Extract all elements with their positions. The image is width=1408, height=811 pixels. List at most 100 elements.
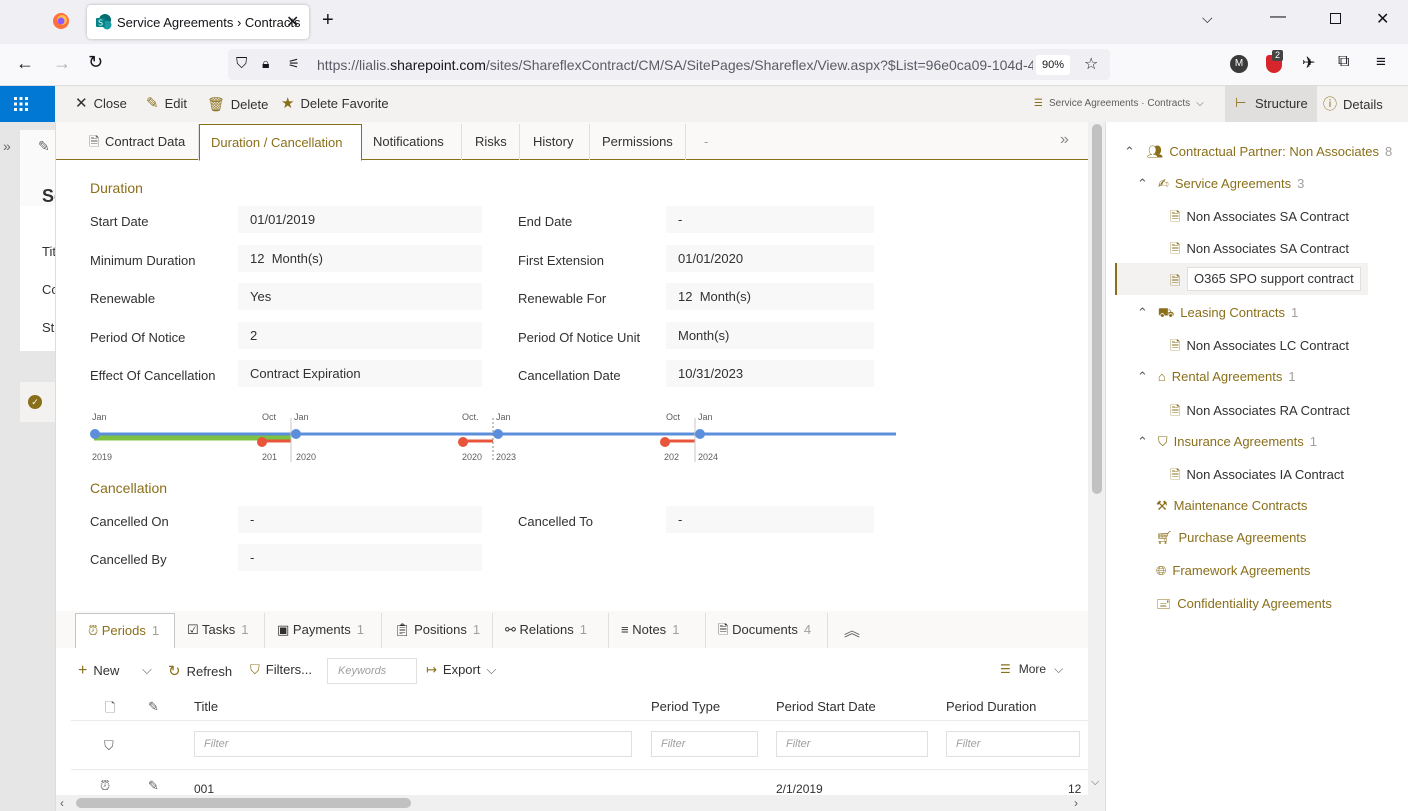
tree-service-agreements[interactable]: ⌃ ✍ Service Agreements 3 <box>1137 176 1304 192</box>
tree-item[interactable]: 🗎︎ Non Associates RA Contract <box>1170 402 1350 424</box>
tree-count: 1 <box>1288 369 1296 384</box>
column-period-type[interactable]: Period Type <box>651 699 720 714</box>
tab-list-chevron-icon[interactable]: ⌵ <box>1202 10 1213 27</box>
structure-button[interactable]: ⊢ Structure <box>1225 86 1317 122</box>
close-tab-icon[interactable]: ✕ <box>286 12 299 32</box>
tree-label: Contractual Partner: Non Associates <box>1169 144 1379 159</box>
delete-button[interactable]: 🗑︎ Delete <box>207 86 268 122</box>
reload-icon[interactable]: ↻ <box>88 52 103 73</box>
keywords-input[interactable]: Keywords <box>327 658 417 684</box>
title-filter-input[interactable]: Filter <box>194 731 632 757</box>
edit-button[interactable]: ✎ Edit <box>146 86 187 122</box>
app-launcher-button[interactable] <box>0 86 55 122</box>
tab-risks[interactable]: Risks <box>462 124 520 160</box>
column-title[interactable]: Title <box>194 699 218 714</box>
profile-avatar[interactable]: M <box>1230 55 1248 73</box>
tab-label: Notes <box>632 622 667 637</box>
filters-button[interactable]: ⛉ Filters... <box>250 662 312 678</box>
tree-item[interactable]: 🗎︎ Non Associates IA Contract <box>1170 466 1344 488</box>
column-period-start[interactable]: Period Start Date <box>776 699 876 714</box>
scroll-down-icon[interactable]: ⌵ <box>1091 776 1099 789</box>
expand-chevrons-icon[interactable]: » <box>3 138 11 154</box>
timeline-point <box>695 429 705 439</box>
close-button[interactable]: ✕ Close <box>75 86 127 122</box>
tree-item[interactable]: 🗎︎ Non Associates LC Contract <box>1170 337 1349 359</box>
tree-confidentiality-agreements[interactable]: 🖃︎ Confidentiality Agreements <box>1156 595 1332 617</box>
tab-more[interactable]: - <box>686 124 726 160</box>
maximize-icon[interactable] <box>1330 13 1341 24</box>
new-dropdown-chevron-icon[interactable]: ⌵ <box>142 662 152 678</box>
tree-rental-agreements[interactable]: ⌃ ⌂ Rental Agreements 1 <box>1137 369 1296 385</box>
tab-notes[interactable]: ≡ Notes 1 <box>609 613 706 648</box>
new-button[interactable]: + New <box>78 662 119 680</box>
more-button[interactable]: ☰ More ⌵ <box>1000 662 1063 677</box>
tree-root[interactable]: ⌃ 👥︎ Contractual Partner: Non Associates 8 <box>1124 144 1392 160</box>
vertical-scroll-thumb[interactable] <box>1092 124 1102 494</box>
shield-icon[interactable]: ⛉ <box>236 55 247 72</box>
tree-purchase-agreements[interactable]: 🛒︎ Purchase Agreements <box>1156 530 1306 546</box>
horizontal-scroll-thumb[interactable] <box>76 798 411 808</box>
scroll-left-icon[interactable]: ‹ <box>60 796 64 810</box>
tab-contract-data[interactable]: 🗎︎ Contract Data <box>56 124 199 160</box>
firefox-icon[interactable] <box>52 12 70 30</box>
collapse-up-icon[interactable]: ︽ <box>844 617 860 641</box>
tab-notifications[interactable]: Notifications <box>362 124 462 160</box>
tab-permissions[interactable]: Permissions <box>590 124 686 160</box>
vertical-scrollbar[interactable]: ⌵ <box>1088 122 1106 811</box>
permissions-icon[interactable]: ⚟ <box>288 56 300 72</box>
tree-leasing-contracts[interactable]: ⌃ ⛟ Leasing Contracts 1 <box>1137 305 1298 323</box>
export-button[interactable]: ↦ Export ⌵ <box>426 662 496 678</box>
period-start-filter-input[interactable]: Filter <box>776 731 928 757</box>
tree-item-selected[interactable]: 🗎︎ O365 SPO support contract <box>1115 263 1368 295</box>
tree-framework-agreements[interactable]: 🌐︎ Framework Agreements <box>1156 563 1310 579</box>
row-edit-icon[interactable]: ✎ <box>148 778 159 794</box>
tab-history[interactable]: History <box>520 124 590 160</box>
extension-icon[interactable]: ✈ <box>1302 53 1315 73</box>
row-title[interactable]: 001 <box>194 782 214 796</box>
tab-tasks[interactable]: ☑ Tasks 1 <box>175 613 265 648</box>
details-button[interactable]: ⓘ Details <box>1323 86 1383 122</box>
back-icon[interactable]: ← <box>16 53 34 74</box>
tab-relations[interactable]: ⚯ Relations 1 <box>493 613 609 648</box>
tab-payments[interactable]: ▣ Payments 1 <box>265 613 382 648</box>
column-period-duration[interactable]: Period Duration <box>946 699 1036 714</box>
star-icon: ★ <box>281 95 295 112</box>
scroll-right-icon[interactable]: › <box>1074 796 1078 810</box>
window-close-icon[interactable]: ✕ <box>1376 9 1389 29</box>
timeline-label: 202 <box>664 452 680 462</box>
period-type-filter-input[interactable]: Filter <box>651 731 758 757</box>
horizontal-scrollbar[interactable]: ‹ › <box>56 795 1088 811</box>
chevron-down-icon: ⌵ <box>1196 98 1204 109</box>
effect-label: Effect Of Cancellation <box>90 368 216 383</box>
url-text[interactable]: https://lialis.sharepoint.com/sites/Shar… <box>317 57 1033 73</box>
breadcrumb-dropdown[interactable]: ☰ Service Agreements · Contracts ⌵ <box>1034 86 1204 122</box>
first-extension-field: 01/01/2020 <box>666 245 874 272</box>
tab-count: 1 <box>672 622 680 637</box>
tab-positions[interactable]: 📋︎ Positions 1 <box>382 613 493 648</box>
tree-insurance-agreements[interactable]: ⌃ ⛉ Insurance Agreements 1 <box>1137 434 1317 450</box>
tree-maintenance-contracts[interactable]: ⚒ Maintenance Contracts <box>1156 498 1307 514</box>
tree-label: Non Associates SA Contract <box>1186 241 1350 256</box>
delete-favorite-button[interactable]: ★ Delete Favorite <box>281 86 389 122</box>
forward-icon[interactable]: → <box>53 53 71 74</box>
lock-icon[interactable]: 🔒︎ <box>262 55 269 72</box>
new-tab-button[interactable]: + <box>322 9 334 32</box>
scroll-tabs-right-icon[interactable]: » <box>1060 131 1069 149</box>
bookmark-star-icon[interactable]: ☆ <box>1084 54 1098 74</box>
tree-item[interactable]: 🗎︎ Non Associates SA Contract <box>1170 208 1349 230</box>
browser-tab[interactable]: S Service Agreements › Contracts ✕ <box>87 5 309 39</box>
minimize-icon[interactable]: — <box>1270 8 1286 26</box>
tree-item[interactable]: 🗎︎ Non Associates SA Contract <box>1170 240 1349 262</box>
period-duration-filter-input[interactable]: Filter <box>946 731 1080 757</box>
refresh-button[interactable]: ↻ Refresh <box>168 662 232 680</box>
tab-documents[interactable]: 🗎︎ Documents 4 <box>706 613 828 648</box>
extensions-puzzle-icon[interactable]: ⧉ <box>1338 53 1349 71</box>
row-period-duration: 12 <box>1068 782 1082 796</box>
timeline-point <box>493 429 503 439</box>
zoom-level[interactable]: 90% <box>1036 55 1070 75</box>
menu-hamburger-icon[interactable]: ≡ <box>1376 52 1386 72</box>
tab-periods[interactable]: ⏰︎ Periods 1 <box>75 613 175 648</box>
tab-duration-cancellation[interactable]: Duration / Cancellation <box>199 124 362 161</box>
url-bar[interactable]: ⛉ 🔒︎ ⚟ https://lialis.sharepoint.com/sit… <box>228 49 1110 80</box>
form-tabs: 🗎︎ Contract Data Duration / Cancellation… <box>56 122 1088 161</box>
